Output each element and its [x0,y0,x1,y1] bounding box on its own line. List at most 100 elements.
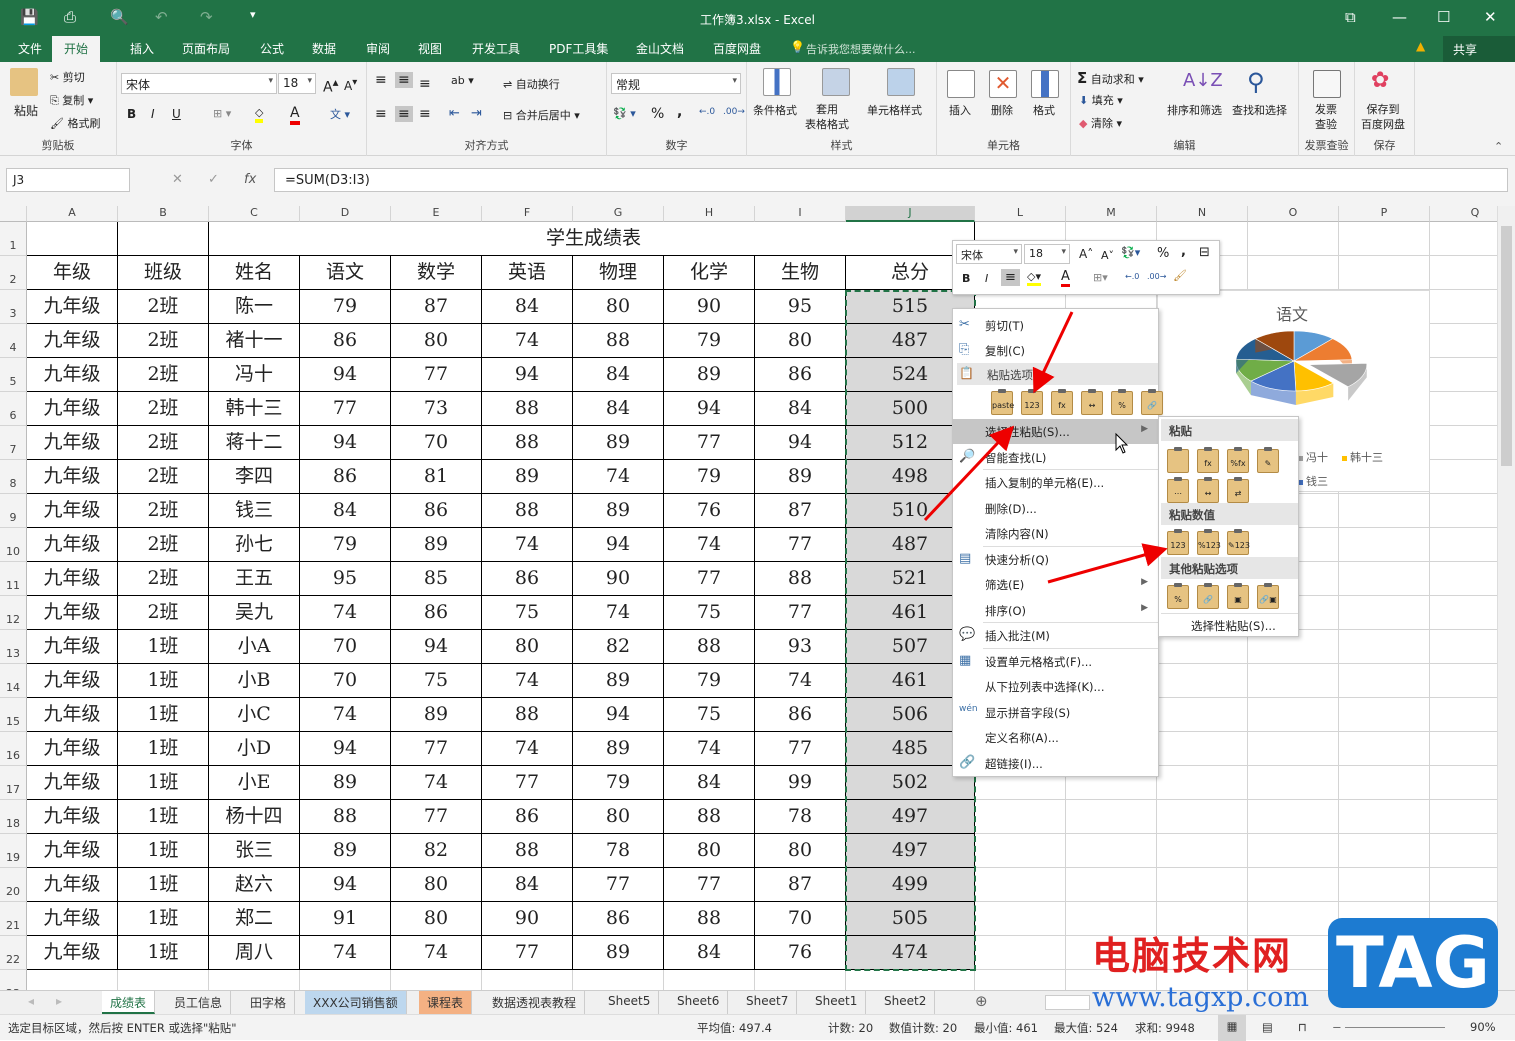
cell[interactable] [1339,834,1430,868]
data-cell[interactable]: 79 [664,460,755,494]
data-cell[interactable]: 84 [482,868,573,902]
data-cell[interactable]: 78 [755,800,846,834]
data-cell[interactable]: 九年级 [27,630,118,664]
cell[interactable] [1430,562,1497,596]
column-header[interactable]: G [573,206,664,222]
data-cell[interactable]: 1班 [118,868,209,902]
data-cell[interactable]: 80 [573,800,664,834]
cell[interactable] [975,800,1066,834]
paste-format-icon[interactable]: ✎ [1257,447,1279,473]
horizontal-scrollbar[interactable] [1045,995,1090,1010]
other-paste-icon[interactable]: % [1167,583,1189,609]
data-cell[interactable]: 86 [300,460,391,494]
ribbon-tab[interactable]: 开始 [52,36,101,62]
cut-button[interactable]: ✂ 剪切 [50,69,85,85]
column-header[interactable]: B [118,206,209,222]
cell[interactable] [1430,766,1497,800]
data-cell[interactable]: 94 [300,732,391,766]
data-cell[interactable]: 王五 [209,562,300,596]
data-cell[interactable]: 86 [391,596,482,630]
data-cell[interactable]: 75 [391,664,482,698]
mini-borders-icon[interactable]: ⊞▾ [1093,271,1108,284]
name-box[interactable]: J3 [6,168,130,192]
data-cell[interactable]: 79 [664,664,755,698]
paste-special-link[interactable]: 选择性粘贴(S)... [1191,618,1276,634]
cell[interactable] [1339,494,1430,528]
close-button[interactable]: ✕ [1484,8,1497,26]
data-cell[interactable]: 90 [482,902,573,936]
data-cell[interactable]: 九年级 [27,324,118,358]
context-menu-item[interactable]: 设置单元格格式(F)... ▦ [953,649,1158,674]
data-cell[interactable]: 85 [391,562,482,596]
data-cell[interactable]: 蒋十二 [209,426,300,460]
share-button[interactable]: 共享 [1443,36,1515,62]
row-header[interactable]: 8 [0,460,27,494]
data-cell[interactable]: 九年级 [27,834,118,868]
column-header[interactable]: J [846,206,975,222]
sheet-tab[interactable]: 员工信息 [166,991,232,1014]
mini-percent-button[interactable]: % [1157,246,1169,261]
data-cell[interactable]: 韩十三 [209,392,300,426]
row-header[interactable]: 15 [0,698,27,732]
cell[interactable] [1430,222,1497,256]
data-cell[interactable]: 70 [755,902,846,936]
paste-format-icon[interactable]: ⋯ [1167,477,1189,503]
data-cell[interactable]: 九年级 [27,766,118,800]
data-cell[interactable]: 84 [755,392,846,426]
paste-value-icon[interactable]: ✎123 [1227,529,1250,555]
data-cell[interactable]: 九年级 [27,392,118,426]
font-size-dropdown[interactable]: 18 [278,73,316,94]
data-cell[interactable]: 89 [573,426,664,460]
save-to-baidu-button[interactable]: 保存到 百度网盘 [1361,102,1405,132]
row-header[interactable]: 12 [0,596,27,630]
autosum-button[interactable]: Σ 自动求和 ▾ [1077,69,1144,87]
zoom-level[interactable]: 90% [1470,1020,1496,1034]
data-cell[interactable]: 九年级 [27,800,118,834]
mini-grow-font-icon[interactable]: A˄ [1079,247,1093,261]
data-cell[interactable]: 2班 [118,562,209,596]
data-cell[interactable]: 88 [482,392,573,426]
ribbon-display-icon[interactable]: ⧉ [1345,8,1356,26]
data-cell[interactable]: 九年级 [27,528,118,562]
context-menu-item[interactable]: 快速分析(Q) ▤ [953,547,1158,572]
context-menu-item[interactable]: 超链接(I)... 🔗 [953,751,1158,776]
maximize-button[interactable]: ☐ [1437,8,1450,26]
new-sheet-icon[interactable]: ⊕ [975,992,988,1010]
underline-button[interactable]: U [172,107,181,121]
mini-italic-button[interactable]: I [985,272,988,285]
legend-item[interactable]: 钱三 [1298,473,1342,489]
other-paste-icon[interactable]: 🔗▣ [1257,583,1279,609]
data-cell[interactable]: 80 [755,324,846,358]
decrease-indent-icon[interactable]: ⇤ [449,106,460,121]
sheet-tab[interactable]: 课程表 [419,991,473,1014]
data-cell[interactable]: 74 [573,596,664,630]
data-cell[interactable]: 陈一 [209,290,300,324]
data-cell[interactable]: 89 [573,664,664,698]
data-cell[interactable]: 74 [482,664,573,698]
cell[interactable] [1339,222,1430,256]
column-title[interactable]: 化学 [664,256,755,290]
data-cell[interactable]: 九年级 [27,936,118,970]
cell[interactable] [1430,426,1497,460]
cell[interactable] [1430,460,1497,494]
context-menu-item[interactable]: 清除内容(N) [953,521,1158,546]
data-cell[interactable]: 九年级 [27,460,118,494]
row-header[interactable]: 14 [0,664,27,698]
data-cell[interactable]: 88 [482,494,573,528]
cell[interactable] [1430,664,1497,698]
row-header[interactable]: 6 [0,392,27,426]
paste-option-4-icon[interactable]: ↔ [1081,389,1103,415]
cell[interactable] [1339,800,1430,834]
data-cell[interactable]: 86 [573,902,664,936]
ribbon-tab[interactable]: PDF工具集 [549,40,608,57]
cell[interactable] [975,868,1066,902]
data-cell[interactable]: 小C [209,698,300,732]
data-cell[interactable]: 小B [209,664,300,698]
cell-styles-button[interactable]: 单元格样式 [867,102,922,118]
data-cell[interactable]: 钱三 [209,494,300,528]
column-title[interactable]: 班级 [118,256,209,290]
cell[interactable] [1339,596,1430,630]
data-cell[interactable]: 94 [664,392,755,426]
cell[interactable] [1339,732,1430,766]
row-header[interactable]: 16 [0,732,27,766]
